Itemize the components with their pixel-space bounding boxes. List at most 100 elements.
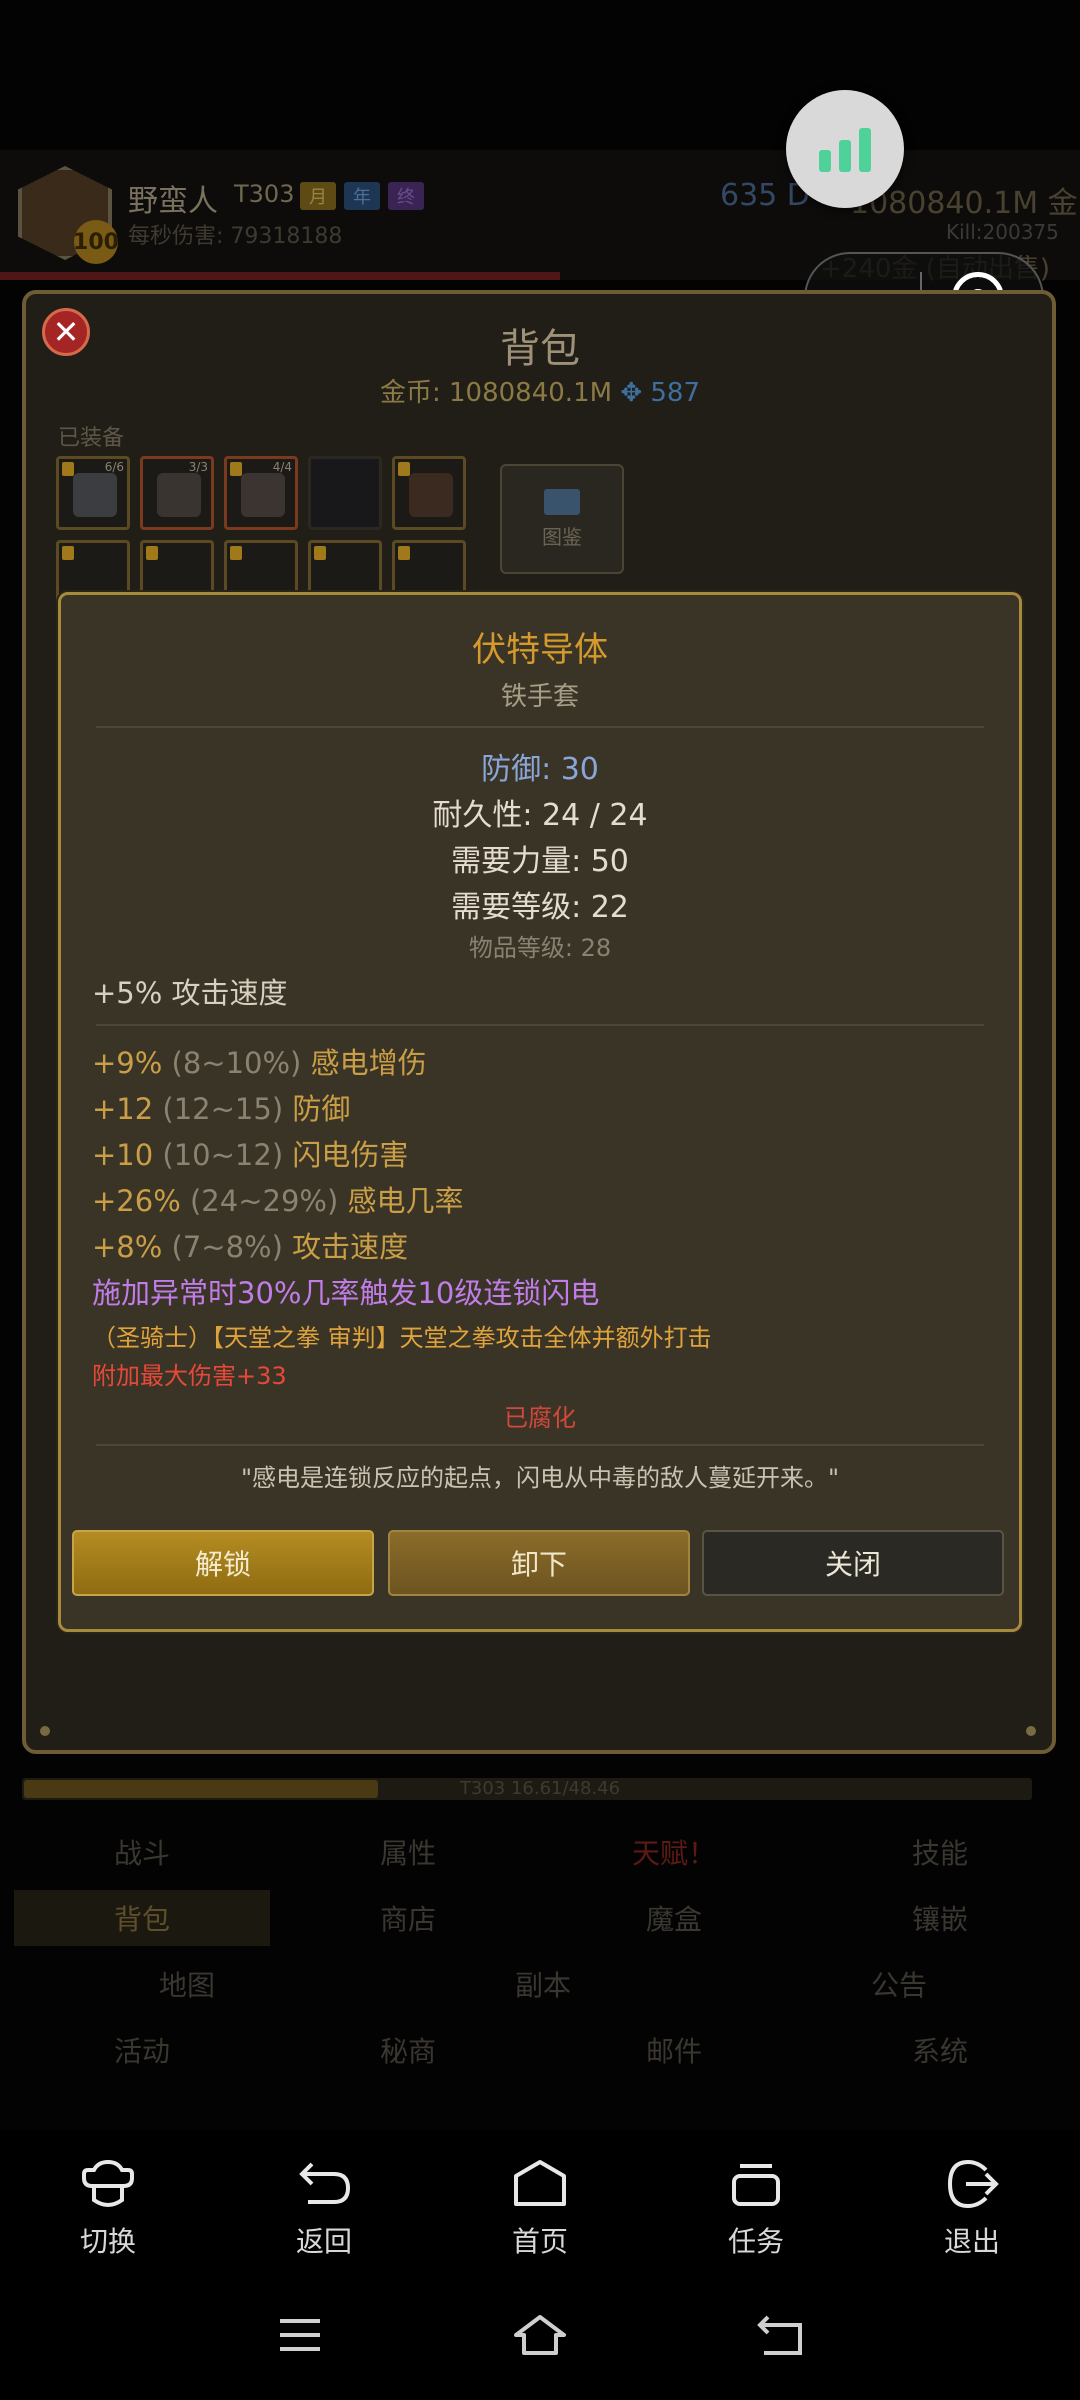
implicit-affix: +5% 攻击速度 <box>92 976 288 1010</box>
tab-backpack[interactable]: 背包 <box>14 1890 270 1946</box>
lock-icon <box>230 462 242 476</box>
tab-skills[interactable]: 技能 <box>812 1824 1068 1880</box>
nav-home-button[interactable] <box>510 2310 570 2360</box>
equip-slot-weapon[interactable]: 6/6 <box>56 456 130 530</box>
codex-label: 图鉴 <box>542 524 582 549</box>
switch-button[interactable]: 切换 <box>48 2156 168 2260</box>
stat-durability: 耐久性: 24 / 24 <box>432 798 648 833</box>
divider <box>96 726 984 728</box>
backpack-title: 背包 <box>500 326 580 372</box>
equip-slot-armor[interactable]: 4/4 <box>224 456 298 530</box>
exit-label: 退出 <box>943 2225 1000 2258</box>
lock-icon <box>62 546 74 560</box>
lock-icon <box>230 546 242 560</box>
flavor-text: "感电是连锁反应的起点，闪电从中毒的敌人蔓延开来。" <box>240 1464 840 1492</box>
lock-icon <box>146 546 158 560</box>
tab-talents[interactable]: 天赋！ <box>546 1824 802 1880</box>
tab-map[interactable]: 地图 <box>14 1956 360 2012</box>
armor-icon <box>241 473 285 517</box>
back-label: 返回 <box>295 2225 352 2258</box>
nav-back-button[interactable] <box>750 2310 810 2360</box>
exit-icon <box>947 2159 999 2209</box>
stat-defense: 防御: 30 <box>481 752 599 787</box>
home-button[interactable]: 首页 <box>480 2156 600 2260</box>
gloves-icon <box>409 473 453 517</box>
backpack-gems: ✥ 587 <box>620 378 700 408</box>
sword-icon <box>73 473 117 517</box>
affix-line: +26% (24~29%) 感电几率 <box>92 1184 464 1218</box>
stat-required-strength: 需要力量: 50 <box>451 844 629 879</box>
tab-announcement[interactable]: 公告 <box>726 1956 1072 2012</box>
tasks-icon <box>732 2164 780 2206</box>
stat-required-level: 需要等级: 22 <box>451 890 629 925</box>
stat-item-level: 物品等级: 28 <box>468 934 612 962</box>
tag-lifetime: 终 <box>388 182 424 210</box>
affix-line: +12 (12~15) 防御 <box>92 1092 351 1126</box>
divider <box>96 1444 984 1446</box>
back-icon <box>757 2315 802 2355</box>
equip-slot-empty[interactable] <box>308 456 382 530</box>
tag-month: 月 <box>300 182 336 210</box>
codex-button[interactable]: 图鉴 <box>500 464 624 574</box>
tab-shop[interactable]: 商店 <box>280 1890 536 1946</box>
lock-icon <box>62 462 74 476</box>
slot-count: 3/3 <box>188 460 208 474</box>
hero-tier: T303 <box>234 180 295 208</box>
extra-damage: 附加最大伤害+33 <box>92 1362 287 1390</box>
nav-menu-button[interactable] <box>270 2310 330 2360</box>
divider <box>96 1024 984 1026</box>
equipped-label: 已装备 <box>58 426 125 451</box>
switch-label: 切换 <box>79 2225 136 2258</box>
tab-attributes[interactable]: 属性 <box>280 1824 536 1880</box>
unequip-button[interactable]: 卸下 <box>388 1530 690 1596</box>
book-icon <box>544 488 580 515</box>
tab-mail[interactable]: 邮件 <box>546 2022 802 2078</box>
proc-effect: 施加异常时30%几率触发10级连锁闪电 <box>92 1276 600 1310</box>
affix-line: +10 (10~12) 闪电伤害 <box>92 1138 409 1172</box>
equip-slot-gloves[interactable] <box>392 456 466 530</box>
tab-secret-merchant[interactable]: 秘商 <box>280 2022 536 2078</box>
tab-events[interactable]: 活动 <box>14 2022 270 2078</box>
unlock-button[interactable]: 解锁 <box>72 1530 374 1596</box>
close-button[interactable]: 关闭 <box>702 1530 1004 1596</box>
back-button[interactable]: 返回 <box>264 2156 384 2260</box>
floating-signal-button[interactable] <box>786 90 904 208</box>
hero-dps: 每秒伤害: 79318188 <box>128 224 343 249</box>
level-badge: 100 <box>73 220 119 264</box>
tab-system[interactable]: 系统 <box>812 2022 1068 2078</box>
home-icon <box>514 2160 566 2206</box>
home-label: 首页 <box>511 2225 568 2258</box>
lock-icon <box>398 462 410 476</box>
slot-count: 4/4 <box>272 460 292 474</box>
panel-corner-dot <box>1026 1726 1036 1736</box>
backpack-currency: 金币: 1080840.1M ✥ 587 <box>0 372 1080 409</box>
affix-line: +9% (8~10%) 感电增伤 <box>92 1046 427 1080</box>
exit-button[interactable]: 退出 <box>912 2156 1032 2260</box>
signal-bars-icon <box>819 128 871 172</box>
tag-year: 年 <box>344 182 380 210</box>
tasks-label: 任务 <box>727 2225 784 2258</box>
tab-dungeon[interactable]: 副本 <box>370 1956 716 2012</box>
tab-battle[interactable]: 战斗 <box>14 1824 270 1880</box>
exp-text: T303 16.61/48.46 <box>459 1778 621 1799</box>
tasks-button[interactable]: 任务 <box>696 2156 816 2260</box>
backpack-gold: 金币: 1080840.1M <box>379 378 613 408</box>
tab-magic-box[interactable]: 魔盒 <box>546 1890 802 1946</box>
item-type: 铁手套 <box>500 682 579 712</box>
hp-bar <box>0 272 560 280</box>
back-arrow-icon <box>299 2162 351 2204</box>
menu-icon <box>280 2319 320 2351</box>
switch-icon <box>82 2159 134 2207</box>
slot-count: 6/6 <box>104 460 124 474</box>
corrupted-label: 已腐化 <box>504 1404 576 1432</box>
helmet-icon <box>157 473 201 517</box>
item-name: 伏特导体 <box>472 630 608 670</box>
tab-inlay[interactable]: 镶嵌 <box>812 1890 1068 1946</box>
affix-line: +8% (7~8%) 攻击速度 <box>92 1230 409 1264</box>
equip-slot-helm[interactable]: 3/3 <box>140 456 214 530</box>
kill-count: Kill:200375 <box>946 220 1059 244</box>
hero-name: 野蛮人 <box>128 184 218 219</box>
set-bonus: （圣骑士）【天堂之拳 审判】天堂之拳攻击全体并额外打击 <box>92 1324 712 1352</box>
lock-icon <box>398 546 410 560</box>
panel-corner-dot <box>40 1726 50 1736</box>
